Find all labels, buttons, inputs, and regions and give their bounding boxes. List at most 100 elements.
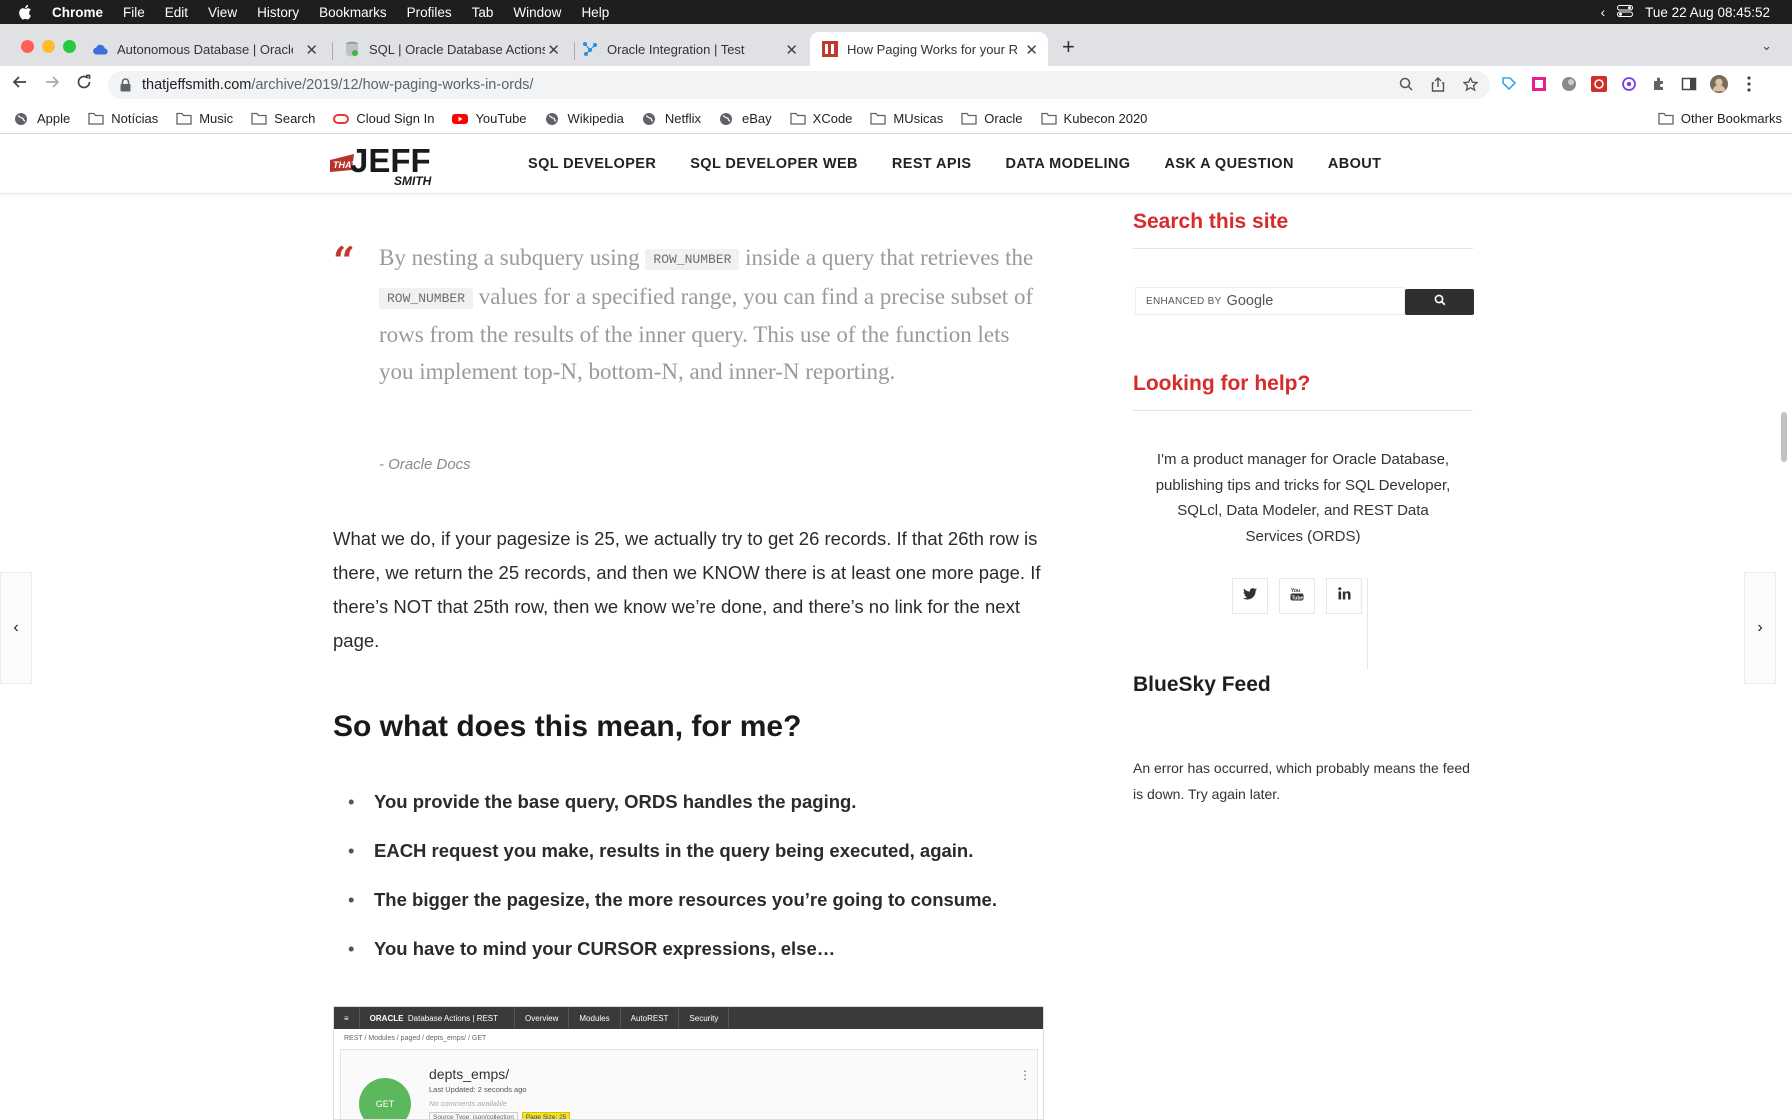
bookmark-apple[interactable]: Apple	[14, 111, 70, 126]
menu-profiles[interactable]: Profiles	[407, 5, 452, 20]
url-text[interactable]: thatjeffsmith.com/archive/2019/12/how-pa…	[142, 77, 533, 93]
bookmark-cloud-sign-in[interactable]: Cloud Sign In	[333, 111, 434, 126]
search-button[interactable]	[1405, 289, 1474, 315]
bookmark-youtube[interactable]: YouTube	[452, 111, 527, 126]
address-bar[interactable]: thatjeffsmith.com/archive/2019/12/how-pa…	[108, 71, 1490, 99]
nav-data-modeling[interactable]: DATA MODELING	[1006, 156, 1131, 172]
close-icon[interactable]: ✕	[547, 41, 560, 59]
linkedin-link[interactable]	[1326, 578, 1362, 614]
site-logo[interactable]: THAT JEFF SMITH	[330, 140, 440, 188]
bookmark-oracle[interactable]: Oracle	[961, 111, 1023, 126]
bookmark-kubecon-2020[interactable]: Kubecon 2020	[1040, 111, 1147, 126]
bookmark-other-bookmarks[interactable]: Other Bookmarks	[1658, 111, 1782, 126]
menu-help[interactable]: Help	[581, 5, 609, 20]
thatjeffsmith-icon	[822, 41, 838, 57]
folder-icon	[251, 112, 267, 126]
extension-lastpass-icon[interactable]	[1590, 75, 1608, 93]
next-post-arrow[interactable]: ›	[1744, 572, 1776, 684]
bookmark-label: YouTube	[475, 111, 527, 126]
tab-oracle-integration[interactable]: Oracle Integration | Test ✕	[582, 32, 808, 66]
chevron-down-icon[interactable]: ⌄	[1761, 38, 1772, 54]
tab-how-paging-works[interactable]: How Paging Works for your REST ✕	[810, 32, 1048, 66]
twitter-icon	[1243, 587, 1257, 605]
url-host: thatjeffsmith.com	[142, 77, 252, 93]
side-panel-icon[interactable]	[1680, 75, 1698, 93]
nav-sql-developer-web[interactable]: SQL DEVELOPER WEB	[690, 156, 858, 172]
tab-sql-database-actions[interactable]: SQL | Oracle Database Actions ✕	[344, 32, 570, 66]
nav-sql-developer[interactable]: SQL DEVELOPER	[528, 156, 656, 172]
screenshot-comments: No comments available	[429, 1099, 507, 1108]
folder-icon	[88, 112, 104, 126]
macos-menubar: Chrome File Edit View History Bookmarks …	[0, 0, 1792, 24]
help-widget-title: Looking for help?	[1133, 372, 1311, 395]
menu-history[interactable]: History	[257, 5, 299, 20]
extension-at-icon[interactable]	[1620, 75, 1638, 93]
twitter-link[interactable]	[1232, 578, 1268, 614]
lock-icon[interactable]	[120, 78, 132, 92]
nav-about[interactable]: ABOUT	[1328, 156, 1382, 172]
kebab-menu-icon: ⋮	[1019, 1068, 1031, 1082]
bookmark-musicas[interactable]: MUsicas	[870, 111, 943, 126]
site-search-input[interactable]: ENHANCED BY Google	[1135, 287, 1405, 315]
more-options-icon[interactable]	[1740, 75, 1758, 93]
chevron-left-icon[interactable]: ‹	[1601, 5, 1606, 20]
forward-button[interactable]	[44, 74, 60, 95]
close-icon[interactable]: ✕	[305, 41, 318, 59]
globe-icon	[545, 112, 561, 126]
url-path: /archive/2019/12/how-paging-works-in-ord…	[251, 77, 534, 93]
bookmark-label: eBay	[742, 111, 772, 126]
apple-logo-icon[interactable]	[18, 4, 36, 20]
tab-title: How Paging Works for your REST	[847, 41, 1019, 57]
bookmark-star-icon[interactable]	[1462, 76, 1479, 97]
puzzle-extensions-icon[interactable]	[1650, 75, 1668, 93]
youtube-icon	[452, 112, 469, 126]
reload-button[interactable]	[76, 74, 92, 95]
folder-icon	[870, 112, 887, 126]
previous-post-arrow[interactable]: ‹	[0, 572, 32, 684]
menubar-datetime[interactable]: Tue 22 Aug 08:45:52	[1645, 5, 1770, 20]
cloud-icon	[92, 41, 108, 57]
search-icon[interactable]	[1399, 77, 1413, 97]
minimize-window-button[interactable]	[42, 40, 55, 53]
menu-edit[interactable]: Edit	[165, 5, 188, 20]
bookmark-label: Cloud Sign In	[356, 111, 435, 126]
menu-view[interactable]: View	[208, 5, 237, 20]
menu-bookmarks[interactable]: Bookmarks	[319, 5, 387, 20]
bookmark-music[interactable]: Music	[176, 111, 233, 126]
article-screenshot[interactable]: ≡ ORACLE Database Actions | REST Overvie…	[333, 1006, 1044, 1120]
close-icon[interactable]: ✕	[785, 41, 798, 59]
nav-ask-a-question[interactable]: ASK A QUESTION	[1164, 156, 1293, 172]
menu-app-chrome[interactable]: Chrome	[52, 5, 103, 20]
close-window-button[interactable]	[21, 40, 34, 53]
tab-autonomous-database[interactable]: Autonomous Database | Oracle ✕	[92, 32, 328, 66]
quote-citation: - Oracle Docs	[379, 456, 471, 473]
bookmark-search[interactable]: Search	[251, 111, 315, 126]
help-widget: Looking for help?	[1133, 372, 1473, 411]
inline-code: ROW_NUMBER	[379, 287, 474, 309]
profile-avatar-icon[interactable]	[1710, 75, 1728, 93]
bookmark-netflix[interactable]: Netflix	[642, 111, 701, 126]
bookmark-xcode[interactable]: XCode	[790, 111, 852, 126]
window-controls	[21, 40, 76, 53]
bookmark-not-cias[interactable]: Notícias	[88, 111, 158, 126]
divider	[1367, 578, 1368, 670]
bookmark-ebay[interactable]: eBay	[719, 111, 772, 126]
zoom-window-button[interactable]	[63, 40, 76, 53]
menu-tab[interactable]: Tab	[472, 5, 494, 20]
extension-tag-icon[interactable]	[1500, 75, 1518, 93]
control-center-icon[interactable]	[1617, 4, 1634, 20]
nav-rest-apis[interactable]: REST APIS	[892, 156, 972, 172]
back-button[interactable]	[12, 74, 28, 95]
share-icon[interactable]	[1431, 77, 1445, 97]
menu-file[interactable]: File	[123, 5, 145, 20]
quote-text: By nesting a subquery using ROW_NUMBER i…	[379, 240, 1039, 390]
linkedin-icon	[1337, 587, 1351, 605]
new-tab-button[interactable]: +	[1062, 36, 1075, 58]
extension-globe-icon[interactable]	[1560, 75, 1578, 93]
extension-square-icon[interactable]	[1530, 75, 1548, 93]
menu-window[interactable]: Window	[513, 5, 561, 20]
scrollbar-thumb[interactable]	[1781, 412, 1787, 462]
youtube-link[interactable]: You Tube	[1279, 578, 1315, 614]
close-icon[interactable]: ✕	[1025, 41, 1038, 59]
bookmark-wikipedia[interactable]: Wikipedia	[545, 111, 624, 126]
